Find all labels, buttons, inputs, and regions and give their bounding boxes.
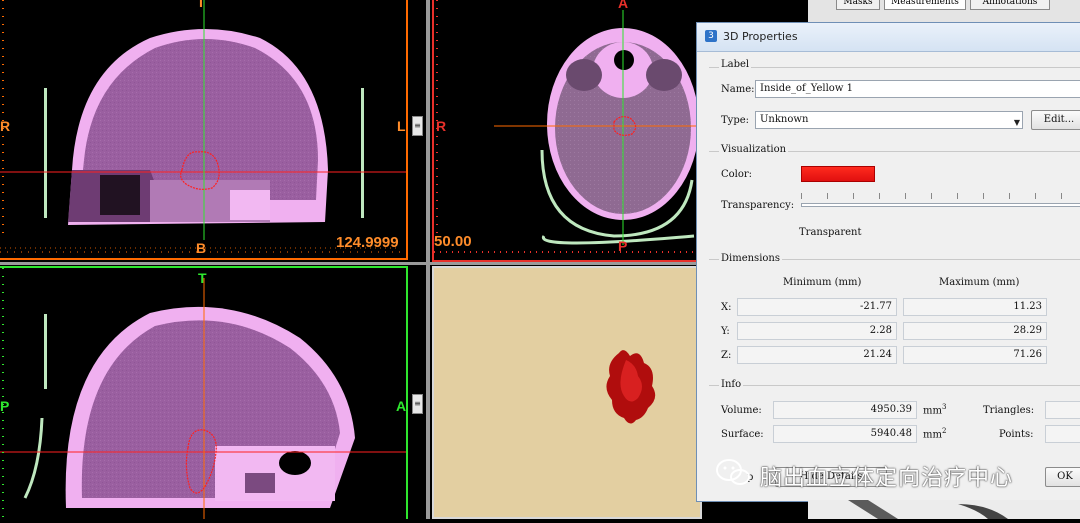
sagittal-top-label: T	[198, 270, 207, 286]
sagittal-right-label: A	[396, 398, 407, 414]
coronal-bottom-label: B	[196, 240, 207, 256]
watermark-text: 脑出血立体定向治疗中心	[760, 466, 1014, 491]
wechat-watermark: 脑出血立体定向治疗中心	[714, 456, 1044, 492]
coronal-slice-value: 124.9999	[336, 234, 399, 251]
sagittal-left-label: P	[0, 398, 10, 414]
app-icon: 3	[705, 30, 717, 42]
wechat-icon	[716, 459, 750, 485]
maximum-header: Maximum (mm)	[939, 277, 1020, 288]
y-axis-label: Y:	[721, 326, 730, 337]
coronal-slice-image	[0, 0, 406, 253]
name-field[interactable]: Inside_of_Yellow 1	[755, 80, 1080, 98]
points-field	[1045, 425, 1080, 443]
edit-button[interactable]: Edit...	[1031, 110, 1080, 130]
axial-slice-image	[434, 0, 702, 253]
axial-left-label: R	[436, 118, 447, 134]
sagittal-scroll-handle[interactable]: ≡	[412, 394, 423, 414]
info-group-divider	[709, 385, 1080, 386]
axial-viewport[interactable]: A R P 50.00	[432, 0, 702, 262]
visualization-group-title: Visualization	[719, 144, 789, 155]
background-panel-bottom	[808, 500, 1080, 519]
tab-measurements[interactable]: Measurements	[884, 0, 966, 10]
z-axis-label: Z:	[721, 350, 732, 361]
surface-label: Surface:	[721, 429, 764, 440]
coronal-right-label: L	[397, 118, 406, 134]
sagittal-slice-image	[0, 268, 406, 519]
coronal-scroll-handle[interactable]: ≡	[412, 116, 423, 136]
transparency-slider[interactable]	[801, 203, 1080, 207]
x-max-field: 11.23	[903, 298, 1047, 316]
color-swatch[interactable]	[801, 166, 875, 182]
type-select[interactable]: Unknown ▼	[755, 111, 1023, 129]
dimensions-group-title: Dimensions	[719, 253, 782, 264]
type-label: Type:	[721, 115, 750, 126]
label-group-title: Label	[719, 59, 752, 70]
volume-field: 4950.39	[773, 401, 917, 419]
chevron-down-icon: ▼	[1013, 118, 1020, 127]
minimum-header: Minimum (mm)	[783, 277, 862, 288]
ok-button[interactable]: OK	[1045, 467, 1080, 487]
dialog-titlebar[interactable]: 3 3D Properties	[697, 23, 1080, 52]
name-label: Name:	[721, 84, 755, 95]
dialog-title: 3D Properties	[723, 30, 798, 43]
volume-unit: mm3	[923, 403, 947, 417]
info-group-title: Info	[719, 379, 744, 390]
surface-field: 5940.48	[773, 425, 917, 443]
transparency-label: Transparency:	[721, 200, 795, 211]
tab-annotations[interactable]: Annotations	[970, 0, 1050, 10]
3d-lesion-render	[606, 350, 656, 424]
viewport-splitter-horizontal[interactable]	[0, 262, 700, 265]
coronal-left-label: R	[0, 118, 11, 134]
z-max-field: 71.26	[903, 346, 1047, 364]
type-select-value: Unknown	[760, 114, 809, 125]
3d-properties-dialog: 3 3D Properties Label Name: Inside_of_Ye…	[696, 22, 1080, 502]
label-group-divider	[709, 67, 1080, 68]
axial-top-label: A	[618, 0, 629, 11]
axial-bottom-label: P	[618, 238, 628, 254]
color-label: Color:	[721, 169, 753, 180]
sagittal-viewport[interactable]: T P A	[0, 266, 408, 519]
coronal-viewport[interactable]: I R L B 124.9999	[0, 0, 408, 260]
x-min-field: -21.77	[737, 298, 897, 316]
transparency-slider-ticks	[801, 193, 1077, 199]
surface-unit: mm2	[923, 427, 947, 441]
axial-slice-value: 50.00	[434, 233, 472, 250]
viewport-splitter-vertical[interactable]	[426, 0, 430, 519]
volume-label: Volume:	[721, 405, 762, 416]
y-min-field: 2.28	[737, 322, 897, 340]
triangles-label: Triangles:	[983, 405, 1035, 416]
points-label: Points:	[999, 429, 1034, 440]
triangles-field	[1045, 401, 1080, 419]
tab-masks[interactable]: Masks	[836, 0, 880, 10]
x-axis-label: X:	[721, 302, 732, 313]
view-3d-viewport[interactable]	[432, 266, 702, 519]
z-min-field: 21.24	[737, 346, 897, 364]
y-max-field: 28.29	[903, 322, 1047, 340]
transparency-value-text: Transparent	[799, 227, 862, 238]
coronal-top-label: I	[199, 0, 203, 10]
background-panel-preview	[848, 500, 1008, 519]
